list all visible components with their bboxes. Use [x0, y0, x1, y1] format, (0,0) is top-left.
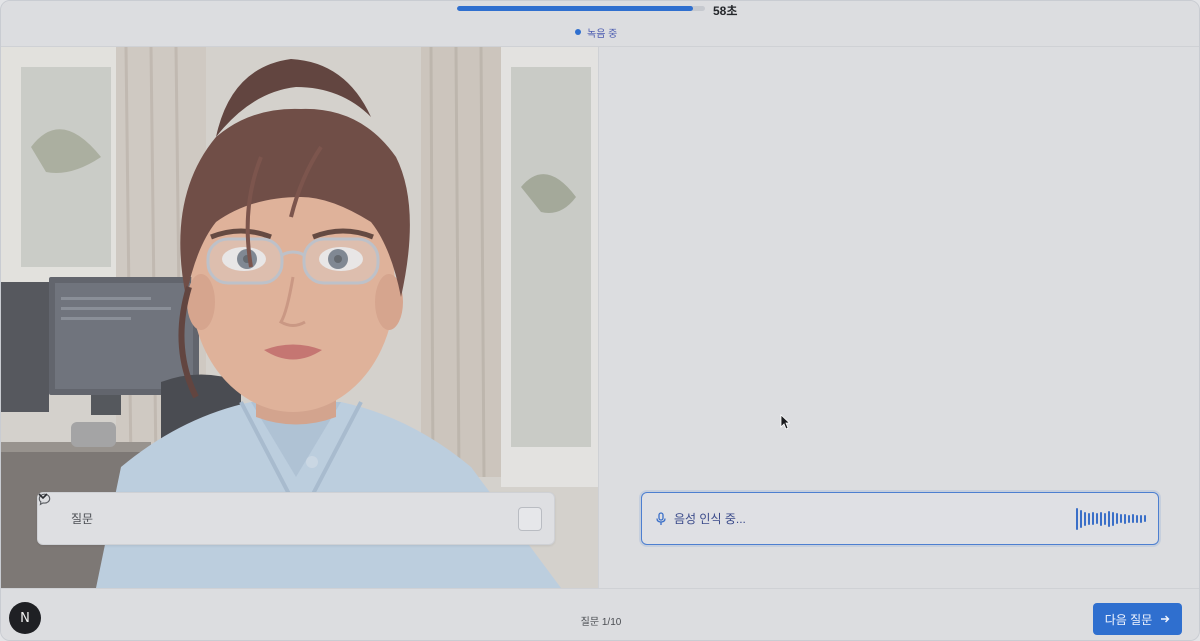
waveform-bar	[1136, 514, 1138, 523]
recording-status-label: 녹음 중	[587, 28, 618, 40]
chat-bubble-icon	[38, 493, 64, 526]
waveform-bar	[1112, 511, 1114, 526]
waveform-bar	[1080, 509, 1082, 528]
waveform-bar	[1092, 512, 1094, 525]
time-remaining: 58초	[713, 4, 738, 18]
progress-fill	[457, 6, 693, 11]
waveform-bar	[1088, 512, 1090, 525]
recording-dot-icon	[575, 29, 581, 35]
waveform-bar	[1128, 514, 1130, 523]
next-question-button[interactable]: 다음 질문	[1093, 603, 1182, 635]
waveform-bar	[1096, 513, 1098, 524]
recording-status: 녹음 중	[575, 25, 618, 40]
answer-panel: 음성 인식 중...	[598, 47, 1199, 588]
question-label: 질문	[71, 512, 94, 526]
waveform-bar	[1132, 514, 1134, 523]
waveform-bar	[1144, 515, 1146, 522]
answer-time-progress	[457, 6, 705, 11]
speech-recognition-status: 음성 인식 중...	[674, 512, 746, 526]
question-panel[interactable]: 질문	[37, 492, 555, 545]
mouse-cursor-icon	[780, 414, 790, 430]
app-window: 58초 녹음 중 질문 음성 인식 중... N 질문 1/10 다음 질문	[0, 0, 1200, 641]
top-bar: 58초 녹음 중	[1, 1, 1199, 47]
bottom-bar: N 질문 1/10 다음 질문	[1, 588, 1199, 640]
next-question-label: 다음 질문	[1104, 612, 1153, 627]
microphone-icon	[654, 511, 668, 526]
arrow-right-icon	[1161, 615, 1170, 623]
interviewer-avatar-view: 질문	[1, 47, 598, 588]
waveform-bar	[1120, 514, 1122, 523]
chevron-down-icon	[38, 493, 48, 499]
waveform-bar	[1124, 513, 1126, 524]
waveform-bar	[1116, 513, 1118, 524]
waveform-bar	[1108, 510, 1110, 527]
waveform-bar	[1140, 514, 1142, 523]
waveform-bar	[1104, 512, 1106, 525]
question-expand-button[interactable]	[38, 493, 542, 531]
waveform-bar	[1100, 511, 1102, 526]
audio-waveform	[1076, 506, 1146, 532]
question-counter: 질문 1/10	[580, 617, 622, 628]
waveform-bar	[1084, 511, 1086, 526]
waveform-bar	[1076, 507, 1078, 530]
speech-recognition-box: 음성 인식 중...	[641, 492, 1159, 545]
